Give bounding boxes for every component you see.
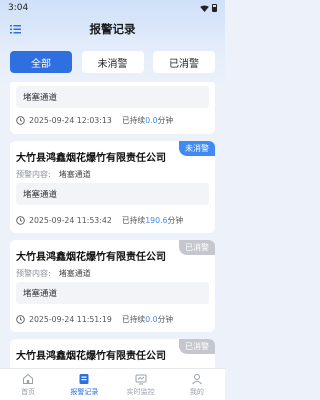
company-name: 大竹县鸿鑫烟花爆竹有限责任公司 bbox=[16, 153, 166, 164]
tab-resolved[interactable]: 已消警 bbox=[153, 51, 215, 73]
home-icon bbox=[23, 373, 34, 384]
alarm-card[interactable]: 堵塞通道 2025-09-24 12:03:13 已持续 0.0 分钟 bbox=[10, 82, 215, 134]
duration-prefix: 已持续 bbox=[121, 315, 146, 324]
filter-tabs: 全部 未消警 已消警 bbox=[10, 51, 215, 73]
alarm-content: 堵塞通道 bbox=[16, 86, 209, 108]
warning-label: 预警内容: bbox=[16, 269, 51, 278]
status-time: 3:04 bbox=[8, 3, 29, 13]
nav-label: 实时监控 bbox=[126, 387, 155, 396]
alarm-time: 2025-09-24 11:51:19 bbox=[29, 315, 112, 324]
warning-value: 堵塞通道 bbox=[58, 269, 91, 278]
wifi-icon bbox=[200, 4, 209, 12]
status-badge: 已消警 bbox=[179, 240, 215, 255]
warning-label: 预警内容: bbox=[16, 170, 51, 179]
monitor-icon bbox=[135, 374, 147, 384]
alarm-content: 堵塞通道 bbox=[16, 282, 209, 304]
clock-icon bbox=[16, 315, 25, 324]
duration-unit: 分钟 bbox=[167, 216, 184, 225]
status-bar: 3:04 bbox=[0, 0, 225, 16]
company-name: 大竹县鸿鑫烟花爆竹有限责任公司 bbox=[16, 351, 166, 362]
nav-label: 报警记录 bbox=[70, 387, 99, 396]
bottom-nav: 首页 报警记录 实时监控 我的 bbox=[0, 368, 225, 400]
company-name: 大竹县鸿鑫烟花爆竹有限责任公司 bbox=[16, 252, 166, 263]
battery-icon bbox=[212, 4, 217, 12]
clock-icon bbox=[16, 216, 25, 225]
alarm-time: 2025-09-24 12:03:13 bbox=[29, 116, 112, 125]
clock-icon bbox=[16, 116, 25, 125]
status-badge: 已消警 bbox=[179, 339, 215, 354]
title-bar: 报警记录 bbox=[0, 16, 225, 42]
tab-all[interactable]: 全部 bbox=[10, 51, 72, 73]
tab-unresolved[interactable]: 未消警 bbox=[81, 51, 144, 73]
duration-unit: 分钟 bbox=[157, 116, 174, 125]
alarm-card[interactable]: 大竹县鸿鑫烟花爆竹有限责任公司 已消警 预警内容: 堵塞通道 堵塞通道 2025-… bbox=[10, 240, 215, 332]
duration-prefix: 已持续 bbox=[121, 116, 146, 125]
alarm-time: 2025-09-24 11:53:42 bbox=[29, 216, 112, 225]
duration-value: 0.0 bbox=[145, 315, 158, 324]
duration-value: 0.0 bbox=[145, 116, 158, 125]
alarm-card[interactable]: 大竹县鸿鑫烟花爆竹有限责任公司 已消警 bbox=[10, 339, 215, 368]
status-icons bbox=[200, 4, 217, 12]
alarm-meta: 2025-09-24 11:51:19 已持续 0.0 分钟 bbox=[16, 314, 173, 325]
page-title: 报警记录 bbox=[89, 22, 136, 36]
alarm-record-icon bbox=[79, 373, 89, 384]
user-icon bbox=[191, 373, 202, 384]
warning-line: 预警内容: 堵塞通道 bbox=[16, 169, 91, 180]
nav-item-alarm-record[interactable]: 报警记录 bbox=[59, 373, 109, 397]
menu-icon[interactable] bbox=[10, 24, 21, 34]
nav-item-home[interactable]: 首页 bbox=[3, 373, 53, 397]
warning-line: 预警内容: 堵塞通道 bbox=[16, 268, 91, 279]
alarm-content: 堵塞通道 bbox=[16, 183, 209, 205]
alarm-meta: 2025-09-24 12:03:13 已持续 0.0 分钟 bbox=[16, 115, 173, 126]
duration-prefix: 已持续 bbox=[121, 216, 146, 225]
nav-item-monitor[interactable]: 实时监控 bbox=[116, 373, 166, 397]
duration-value: 190.6 bbox=[145, 216, 168, 225]
nav-label: 我的 bbox=[189, 387, 204, 396]
alarm-list: 堵塞通道 2025-09-24 12:03:13 已持续 0.0 分钟 大竹县鸿… bbox=[0, 82, 225, 368]
duration-unit: 分钟 bbox=[157, 315, 174, 324]
nav-item-me[interactable]: 我的 bbox=[172, 373, 222, 397]
status-badge: 未消警 bbox=[179, 141, 215, 156]
nav-label: 首页 bbox=[21, 387, 36, 396]
warning-value: 堵塞通道 bbox=[58, 170, 91, 179]
alarm-card[interactable]: 大竹县鸿鑫烟花爆竹有限责任公司 未消警 预警内容: 堵塞通道 堵塞通道 2025-… bbox=[10, 141, 215, 233]
alarm-meta: 2025-09-24 11:53:42 已持续 190.6 分钟 bbox=[16, 215, 183, 226]
